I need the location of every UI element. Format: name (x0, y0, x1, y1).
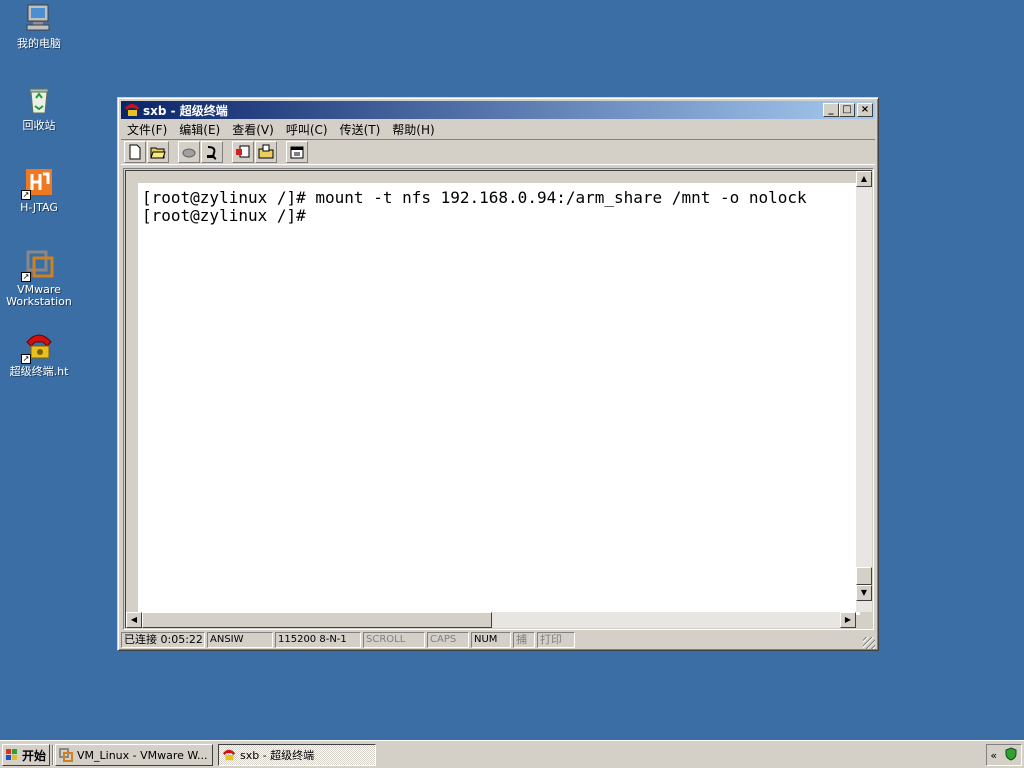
open-icon (150, 147, 166, 159)
desktop-icon-hjtag[interactable]: ↗ H-JTAG (0, 166, 78, 214)
terminal-area: [root@zylinux /]# mount -t nfs 192.168.0… (123, 168, 874, 630)
vmware-icon (59, 748, 73, 762)
terminal-line: [root@zylinux /]# mount -t nfs 192.168.0… (142, 188, 807, 207)
task-label: VM_Linux - VMware W... (77, 748, 208, 762)
menu-transfer[interactable]: 传送(T) (334, 121, 387, 138)
taskbar: 开始 VM_Linux - VMware W... sxb - 超级终端 « (0, 740, 1024, 768)
call-icon (182, 148, 196, 158)
toolbar (121, 139, 875, 165)
resize-grip[interactable] (863, 637, 875, 649)
horizontal-scroll-thumb[interactable] (142, 612, 492, 628)
terminal-screen[interactable]: [root@zylinux /]# mount -t nfs 192.168.0… (138, 183, 860, 615)
hyperterminal-icon: ↗ (21, 330, 55, 364)
shortcut-arrow-icon: ↗ (21, 190, 31, 200)
title-bar[interactable]: sxb - 超级终端 _ □ × (121, 101, 875, 119)
open-button[interactable] (147, 141, 169, 163)
hjtag-icon: ↗ (21, 166, 55, 200)
send-icon (236, 145, 250, 158)
shortcut-arrow-icon: ↗ (21, 272, 31, 282)
receive-button[interactable] (255, 141, 277, 163)
status-caps: CAPS (427, 632, 469, 648)
scroll-down-button[interactable]: ▼ (856, 585, 872, 601)
windows-logo-icon (5, 748, 19, 762)
menu-bar: 文件(F) 编辑(E) 查看(V) 呼叫(C) 传送(T) 帮助(H) (121, 120, 875, 138)
task-vmware[interactable]: VM_Linux - VMware W... (55, 744, 213, 766)
disconnect-button[interactable] (201, 141, 223, 163)
desktop-icon-recycle-bin[interactable]: 回收站 (0, 84, 78, 132)
status-num: NUM (471, 632, 511, 648)
desktop-icon-label: H-JTAG (20, 201, 58, 214)
system-tray: « (986, 744, 1022, 766)
vmware-icon: ↗ (21, 248, 55, 282)
start-label: 开始 (22, 748, 47, 763)
horizontal-scrollbar[interactable]: ◀ ▶ (126, 612, 856, 628)
shortcut-arrow-icon: ↗ (21, 354, 31, 364)
terminal-line: [root@zylinux /]# (142, 206, 306, 225)
call-button[interactable] (178, 141, 200, 163)
status-bar: 已连接 0:05:22 ANSIW 115200 8-N-1 SCROLL CA… (121, 631, 875, 649)
status-emulation: ANSIW (207, 632, 273, 648)
receive-icon (258, 144, 274, 159)
desktop-icon-label: 回收站 (22, 119, 56, 132)
task-hyperterminal[interactable]: sxb - 超级终端 (218, 744, 376, 766)
menu-edit[interactable]: 编辑(E) (173, 121, 226, 138)
menu-file[interactable]: 文件(F) (121, 121, 173, 138)
minimize-button[interactable]: _ (823, 103, 839, 117)
properties-button[interactable] (286, 141, 308, 163)
properties-icon (290, 146, 304, 159)
my-computer-icon (23, 2, 55, 34)
vertical-scroll-thumb[interactable] (856, 567, 872, 585)
status-print: 打印 (537, 632, 575, 648)
recycle-bin-icon (23, 84, 55, 116)
hyperterminal-window: sxb - 超级终端 _ □ × 文件(F) 编辑(E) 查看(V) 呼叫(C)… (117, 97, 879, 651)
task-label: sxb - 超级终端 (240, 749, 315, 762)
status-scroll: SCROLL (363, 632, 425, 648)
new-icon (129, 144, 141, 160)
window-title: sxb - 超级终端 (143, 103, 228, 118)
status-connected: 已连接 0:05:22 (121, 632, 205, 648)
disconnect-icon (207, 146, 217, 160)
hyperterminal-icon (222, 748, 236, 762)
status-settings: 115200 8-N-1 (275, 632, 361, 648)
desktop-icon-my-computer[interactable]: 我的电脑 (0, 2, 78, 50)
security-shield-icon[interactable] (1004, 746, 1018, 764)
send-button[interactable] (232, 141, 254, 163)
tray-expand-button[interactable]: « (990, 749, 997, 762)
desktop-icon-label: VMware Workstation (6, 283, 72, 308)
hyperterminal-icon (124, 102, 140, 118)
desktop-icon-vmware[interactable]: ↗ VMware Workstation (0, 248, 78, 308)
desktop-icon-label: 超级终端.ht (9, 365, 69, 378)
vertical-scrollbar[interactable]: ▲ ▼ (856, 171, 872, 612)
desktop-icon-hyperterminal[interactable]: ↗ 超级终端.ht (0, 330, 78, 378)
scroll-up-button[interactable]: ▲ (856, 171, 872, 187)
scroll-left-button[interactable]: ◀ (126, 612, 142, 628)
desktop-icon-label: 我的电脑 (17, 37, 61, 50)
maximize-button[interactable]: □ (839, 103, 855, 117)
new-button[interactable] (124, 141, 146, 163)
start-button[interactable]: 开始 (2, 744, 50, 766)
menu-call[interactable]: 呼叫(C) (280, 121, 334, 138)
menu-view[interactable]: 查看(V) (226, 121, 280, 138)
status-capture: 捕 (513, 632, 535, 648)
menu-help[interactable]: 帮助(H) (386, 121, 440, 138)
close-button[interactable]: × (857, 103, 873, 117)
scroll-right-button[interactable]: ▶ (840, 612, 856, 628)
